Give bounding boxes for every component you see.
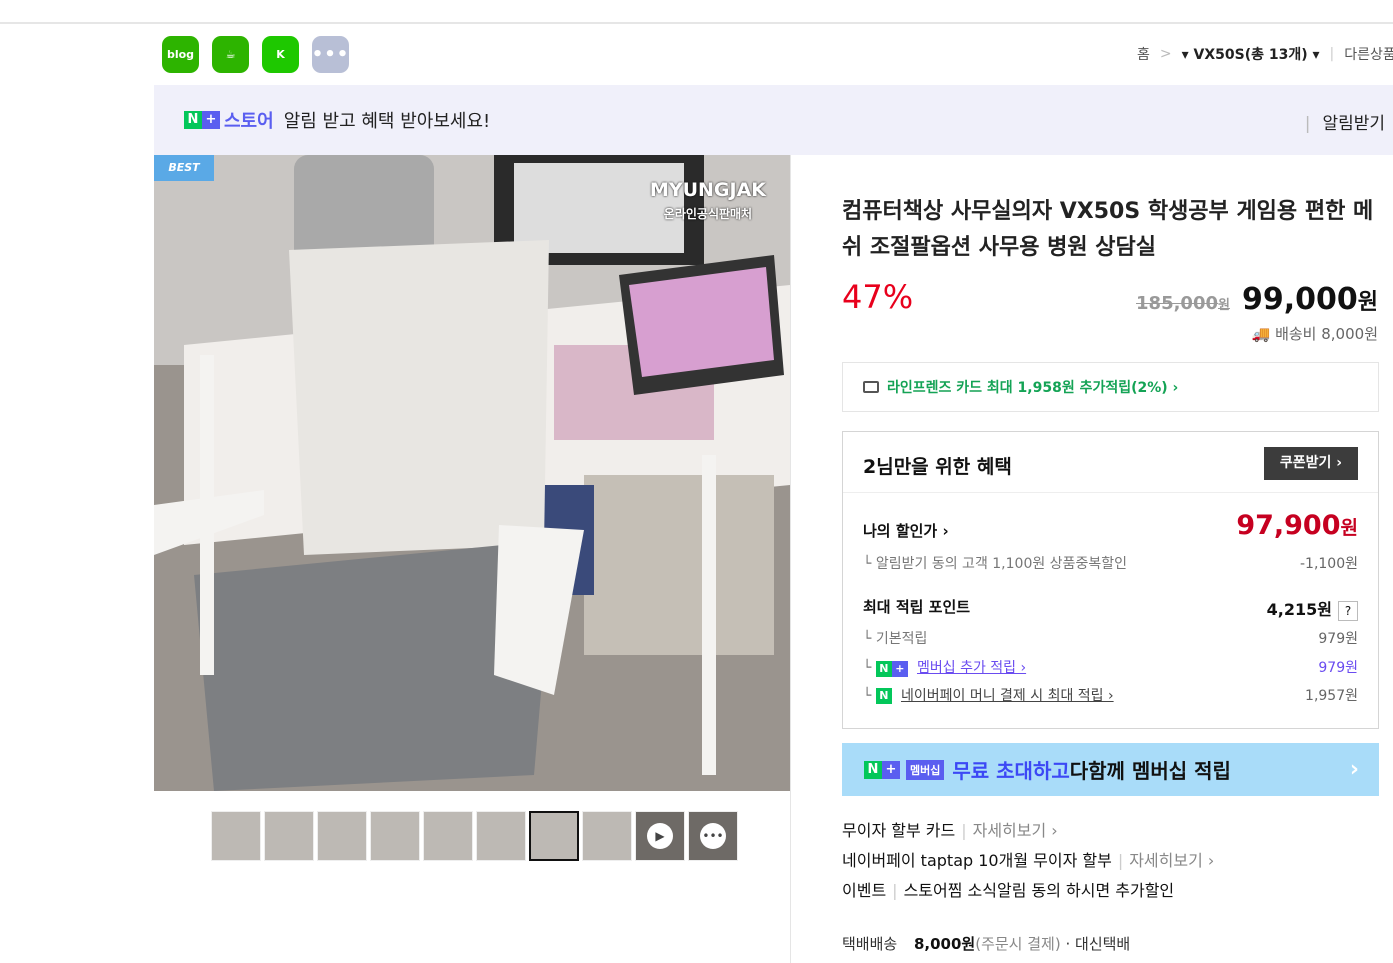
event-row: 이벤트 | 스토어찜 소식알림 동의 하시면 추가할인	[842, 881, 1175, 900]
base-points-value: 979원	[1318, 631, 1358, 647]
nplus-membership-icon: N +	[875, 661, 908, 677]
breadcrumb-separator: >	[1159, 46, 1172, 62]
cafe-share-icon[interactable]: ☕	[212, 36, 249, 73]
event-text: 스토어찜 소식알림 동의 하시면 추가할인	[903, 881, 1175, 900]
taptap-row: 네이버페이 taptap 10개월 무이자 할부 | 자세히보기 ›	[842, 851, 1215, 870]
chevron-right-icon: ›	[1349, 757, 1359, 782]
price-row: 185,000원 99,000원	[1136, 282, 1378, 317]
taptap-detail-link[interactable]: 자세히보기 ›	[1129, 851, 1214, 870]
banner-text: 다함께 멤버십 적립	[1069, 759, 1231, 783]
my-price-label[interactable]: 나의 할인가 ›	[863, 522, 949, 540]
membership-points-link[interactable]: 멤버십 추가 적립 ›	[917, 660, 1026, 676]
delivery-info: 택배배송 8,000원(주문시 결제) · 대신택배	[842, 933, 1130, 954]
breadcrumb: 홈 > ▾ VX50S(총 13개) ▾ | 다른상품보기	[1137, 44, 1393, 64]
video-thumbnail[interactable]: ▶	[635, 811, 685, 861]
thumbnail-1[interactable]	[211, 811, 261, 861]
delivery-note: (주문시 결제)	[975, 935, 1061, 953]
banner-highlight: 무료 초대하고	[952, 759, 1070, 783]
personal-benefit-box: 2님만을 위한 혜택 쿠폰받기 › 나의 할인가 › 97,900원 └ 알림받…	[842, 431, 1379, 729]
event-label: 이벤트	[842, 881, 887, 900]
notify-subscribe-link[interactable]: | 알림받기	[1305, 109, 1385, 134]
interest-free-label: 무이자 할부 카드	[842, 821, 956, 840]
thumbnail-6[interactable]	[476, 811, 526, 861]
product-main-image[interactable]: BEST MYUNGJAK 온라인공식판매처	[154, 155, 790, 791]
membership-invite-banner[interactable]: N + 멤버십 무료 초대하고 다함께 멤버십 적립 ›	[842, 743, 1379, 796]
best-badge: BEST	[154, 155, 214, 181]
nplus-logo-icon: N +	[184, 111, 220, 129]
delivery-price: 8,000원	[913, 935, 976, 953]
discount-rate: 47%	[842, 278, 914, 316]
breadcrumb-other-products[interactable]: 다른상품보기	[1344, 44, 1393, 64]
credit-card-icon	[863, 381, 879, 393]
membership-badge: 멤버십	[906, 759, 945, 780]
notice-text: 알림 받고 혜택 받아보세요!	[283, 111, 491, 132]
thumbnail-3[interactable]	[317, 811, 367, 861]
truck-icon: 🚚	[1251, 325, 1271, 343]
points-label: 최대 적립 포인트	[863, 598, 971, 616]
play-icon: ▶	[647, 823, 673, 849]
thumbnail-5[interactable]	[423, 811, 473, 861]
help-icon[interactable]: ?	[1338, 601, 1358, 621]
coupon-button[interactable]: 쿠폰받기 ›	[1264, 447, 1358, 480]
delivery-carrier: · 대신택배	[1065, 935, 1131, 953]
card-benefit-link[interactable]: 라인프렌즈 카드 최대 1,958원 추가적립(2%) ›	[842, 362, 1379, 412]
column-divider	[790, 155, 791, 963]
my-price-detail: └ 알림받기 동의 고객 1,100원 상품중복할인	[863, 556, 1127, 572]
points-summary: 4,215원?	[1267, 596, 1358, 621]
interest-free-row: 무이자 할부 카드 | 자세히보기 ›	[842, 821, 1058, 840]
taptap-label: 네이버페이 taptap 10개월 무이자 할부	[842, 851, 1112, 870]
top-divider	[0, 22, 1393, 24]
product-title: 컴퓨터책상 사무실의자 VX50S 학생공부 게임용 편한 메쉬 조절팔옵션 사…	[842, 199, 1374, 260]
chat-bubble-icon: •••	[700, 823, 726, 849]
interest-free-detail-link[interactable]: 자세히보기 ›	[973, 821, 1058, 840]
thumbnail-strip: ▶ •••	[211, 811, 738, 861]
breadcrumb-home[interactable]: 홈	[1137, 44, 1150, 64]
blog-share-icon[interactable]: blog	[162, 36, 199, 73]
thumbnail-2[interactable]	[264, 811, 314, 861]
sale-price: 99,000원	[1241, 282, 1378, 317]
my-price-discount: -1,100원	[1299, 556, 1358, 572]
benefit-title: 2님만을 위한 혜택	[863, 456, 1012, 478]
npay-icon: N	[875, 687, 892, 704]
breadcrumb-current[interactable]: ▾ VX50S(총 13개) ▾	[1182, 44, 1320, 64]
original-price: 185,000원	[1136, 293, 1230, 314]
my-price: 97,900원	[1236, 510, 1358, 541]
more-share-icon[interactable]: •••	[312, 36, 349, 73]
npay-points-link[interactable]: 네이버페이 머니 결제 시 최대 적립 ›	[901, 688, 1114, 704]
breadcrumb-divider: |	[1329, 46, 1335, 62]
talk-thumbnail[interactable]: •••	[688, 811, 738, 861]
shipping-fee: 🚚 배송비 8,000원	[1251, 325, 1378, 343]
thumbnail-4[interactable]	[370, 811, 420, 861]
thumbnail-8[interactable]	[582, 811, 632, 861]
membership-points-value: 979원	[1318, 660, 1358, 676]
chair-photo-illustration	[154, 155, 790, 791]
store-label: 스토어	[224, 111, 274, 132]
thumbnail-7-selected[interactable]	[529, 811, 579, 861]
story-share-icon[interactable]: K	[262, 36, 299, 73]
base-points-label: └ 기본적립	[863, 631, 928, 647]
store-notice-bar: N + 스토어 알림 받고 혜택 받아보세요! | 알림받기	[154, 85, 1393, 155]
delivery-label: 택배배송	[842, 935, 898, 953]
nplus-banner-icon: N +	[864, 760, 900, 779]
npay-points-value: 1,957원	[1305, 688, 1358, 704]
share-buttons: blog ☕ K •••	[162, 36, 349, 73]
watermark-logo: MYUNGJAK 온라인공식판매처	[649, 179, 766, 221]
